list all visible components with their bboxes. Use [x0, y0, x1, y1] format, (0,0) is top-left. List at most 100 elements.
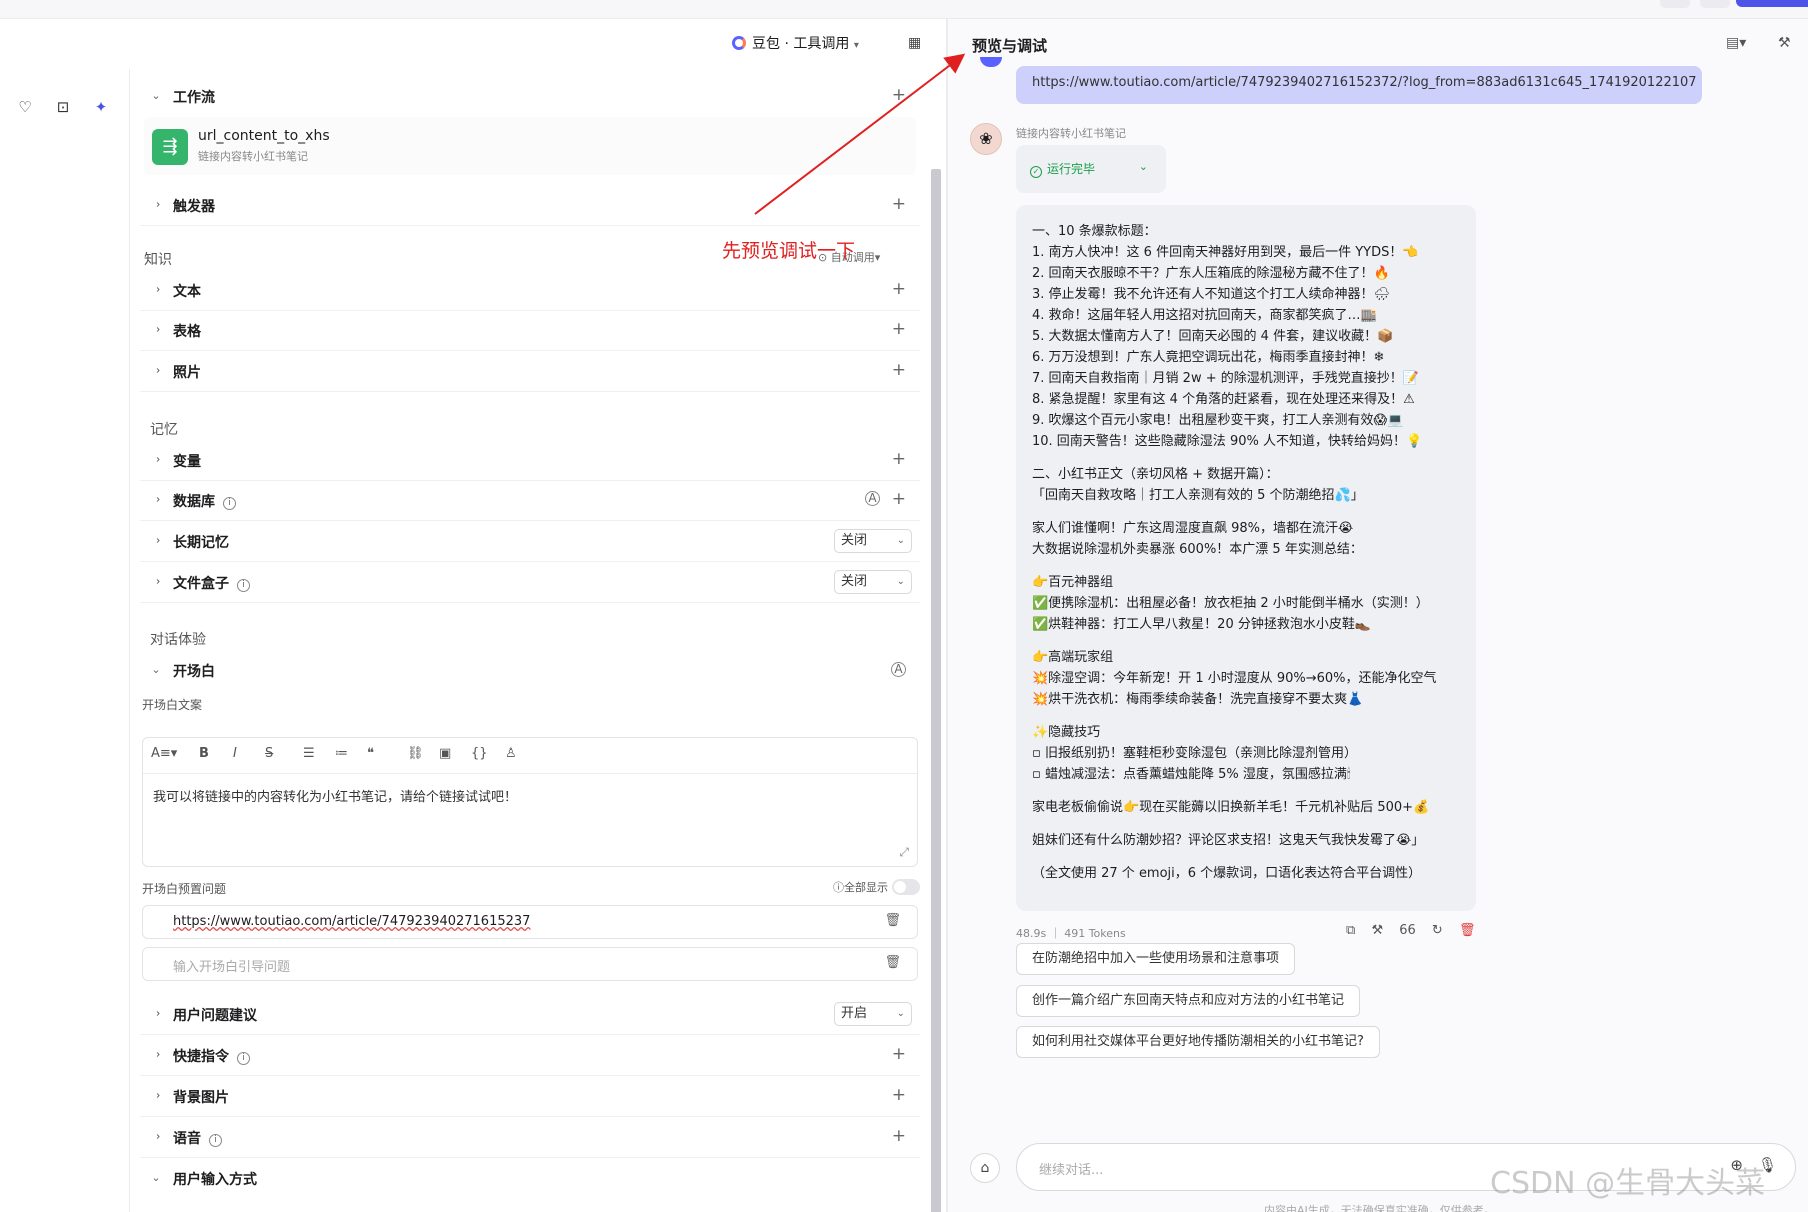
section-workflow[interactable]: ⌄ 工作流 +	[140, 77, 920, 117]
grid-icon[interactable]: ▦	[908, 35, 921, 51]
add-icon[interactable]: +	[892, 279, 906, 299]
suggestion-select[interactable]: 开启 ⌄	[834, 1002, 912, 1026]
run-status-card[interactable]: ✓ 运行完毕 ⌄	[1016, 145, 1166, 193]
add-icon[interactable]: +	[892, 85, 906, 105]
code-icon[interactable]: {}	[471, 746, 488, 761]
top-button[interactable]	[1660, 0, 1690, 8]
section-variable[interactable]: ⌄ 变量 +	[140, 441, 920, 481]
preset-question-text[interactable]: https://www.toutiao.com/article/74792394…	[173, 914, 530, 929]
toggle-switch[interactable]	[892, 879, 920, 895]
section-table[interactable]: ⌄ 表格 +	[140, 311, 920, 351]
memory-heading: 记忆	[150, 422, 178, 438]
quote-icon[interactable]: ❝	[367, 746, 374, 761]
sparkle-icon[interactable]: ✦	[91, 97, 111, 117]
add-icon[interactable]: +	[892, 1044, 906, 1064]
chevron-down-icon: ⌄	[896, 535, 905, 546]
expand-icon[interactable]: ⤢	[899, 845, 909, 860]
response-meta: 48.9s ｜ 491 Tokens	[1016, 927, 1126, 940]
suggestion-chip[interactable]: 如何利用社交媒体平台更好地传播防潮相关的小红书笔记?	[1016, 1026, 1380, 1058]
strikethrough-icon[interactable]: S	[265, 746, 273, 761]
filebox-select[interactable]: 关闭 ⌄	[834, 570, 912, 594]
publish-button[interactable]	[1736, 0, 1808, 7]
add-icon[interactable]: +	[892, 360, 906, 380]
model-selector[interactable]: 豆包 · 工具调用 ▾	[732, 33, 859, 55]
layout-icon[interactable]: ⊡	[53, 97, 73, 117]
mode-icons: ♡ ⊡ ✦	[0, 69, 130, 1212]
section-voice[interactable]: ⌄ 语音 i +	[140, 1118, 920, 1158]
section-shortcut[interactable]: ⌄ 快捷指令 i +	[140, 1036, 920, 1076]
info-icon[interactable]: i	[237, 1052, 250, 1065]
image-icon[interactable]: ▣	[439, 746, 451, 761]
answer-line: 👉高端玩家组	[1032, 650, 1114, 665]
auto-mode-icon[interactable]: A	[891, 662, 906, 677]
bold-icon[interactable]: B	[199, 746, 209, 761]
suggestion-chip[interactable]: 在防潮绝招中加入一些使用场景和注意事项	[1016, 943, 1296, 975]
trash-icon[interactable]: 🗑	[1459, 923, 1476, 938]
chevron-down-icon: ⌄	[896, 576, 905, 587]
section-label: 触发器	[173, 199, 215, 215]
link-icon[interactable]: ⛓	[407, 746, 424, 761]
preset-question-row[interactable]: ⁞⁞ https://www.toutiao.com/article/74792…	[142, 905, 918, 939]
show-all-toggle[interactable]: ⓘ全部显示	[833, 879, 920, 895]
chevron-right-icon: ⌄	[149, 1090, 163, 1101]
section-photo[interactable]: ⌄ 照片 +	[140, 352, 920, 392]
preset-question-row[interactable]: ⁞⁞ 输入开场白引导问题 🗑	[142, 947, 918, 981]
text-style-icon[interactable]: A≡▾	[151, 746, 177, 761]
debug-icon[interactable]: ⚒	[1371, 923, 1383, 938]
refresh-icon[interactable]: ↻	[1432, 923, 1443, 938]
user-avatar	[980, 57, 1002, 67]
add-icon[interactable]: +	[892, 1126, 906, 1146]
section-background[interactable]: ⌄ 背景图片 +	[140, 1077, 920, 1117]
long-memory-select[interactable]: 关闭 ⌄	[834, 529, 912, 553]
user-icon[interactable]: ♙	[505, 746, 517, 761]
trash-icon[interactable]: 🗑	[884, 955, 901, 970]
chevron-down-icon: ⌄	[151, 1171, 161, 1184]
section-suggestion[interactable]: ⌄ 用户问题建议 开启 ⌄	[140, 995, 920, 1035]
history-icon[interactable]: ▤▾	[1726, 35, 1746, 51]
debug-icon[interactable]: ⚒	[1778, 35, 1791, 51]
add-icon[interactable]: +	[892, 194, 906, 214]
section-long-memory[interactable]: ⌄ 长期记忆 关闭 ⌄	[140, 522, 920, 562]
section-label: 照片	[173, 365, 201, 381]
add-icon[interactable]: +	[892, 489, 906, 509]
chevron-right-icon: ⌄	[149, 535, 163, 546]
bulb-icon[interactable]: ♡	[15, 97, 35, 117]
info-icon[interactable]: i	[237, 579, 250, 592]
italic-icon[interactable]: I	[233, 746, 237, 761]
answer-line: 💥烘干洗衣机：梅雨季续命装备！洗完直接穿不要太爽👗	[1032, 692, 1364, 707]
answer-line: （全文使用 27 个 emoji，6 个爆款词，口语化表达符合平台调性）	[1032, 866, 1422, 881]
add-icon[interactable]: +	[892, 1085, 906, 1105]
copy-icon[interactable]: ⧉	[1346, 923, 1355, 938]
section-database[interactable]: ⌄ 数据库 i A +	[140, 481, 920, 521]
top-button[interactable]	[1700, 0, 1730, 8]
add-icon[interactable]: +	[892, 319, 906, 339]
section-opening[interactable]: ⌄ 开场白 A	[140, 651, 920, 691]
section-trigger[interactable]: ⌄ 触发器 +	[140, 186, 920, 226]
bot-name: 链接内容转小红书笔记	[1016, 127, 1126, 140]
opening-text[interactable]: 我可以将链接中的内容转化为小红书笔记，请给个链接试试吧！	[153, 786, 517, 805]
trash-icon[interactable]: 🗑	[884, 913, 901, 928]
clear-chat-button[interactable]: ⌂	[970, 1153, 1000, 1183]
suggestion-chip[interactable]: 创作一篇介绍广东回南天特点和应对方法的小红书笔记	[1016, 985, 1361, 1017]
answer-line: 家电老板偷偷说👉现在买能薅以旧换新羊毛！千元机补贴后 500+💰	[1032, 800, 1430, 815]
add-icon[interactable]: +	[892, 449, 906, 469]
numbered-list-icon[interactable]: ≔	[335, 746, 348, 761]
select-value: 开启	[841, 1006, 868, 1021]
preset-question-input[interactable]: 输入开场白引导问题	[173, 956, 290, 975]
editor-toolbar: A≡▾ B I S ☰ ≔ ❝ ⛓ ▣ {} ♙	[143, 738, 917, 774]
scrollbar[interactable]	[931, 169, 941, 1212]
auto-mode-icon[interactable]: A	[865, 491, 880, 506]
quote-count[interactable]: 66	[1399, 923, 1416, 938]
info-icon[interactable]: i	[209, 1134, 222, 1147]
preview-panel: 预览与调试 ▤▾ ⚒ https://www.toutiao.com/artic…	[948, 19, 1808, 1212]
answer-line: 8. 紧急提醒！家里有这 4 个角落的赶紧看，现在处理还来得及！⚠	[1032, 392, 1415, 407]
section-filebox[interactable]: ⌄ 文件盒子 i 关闭 ⌄	[140, 563, 920, 603]
opening-editor[interactable]: A≡▾ B I S ☰ ≔ ❝ ⛓ ▣ {} ♙ 我可以将链接中的内容转化为小红…	[142, 737, 918, 867]
bullet-list-icon[interactable]: ☰	[303, 746, 315, 761]
section-text[interactable]: ⌄ 文本 +	[140, 271, 920, 311]
info-icon[interactable]: i	[223, 497, 236, 510]
workflow-card[interactable]: ⇶ url_content_to_xhs 链接内容转小红书笔记	[144, 117, 916, 175]
bot-answer: 一、10 条爆款标题： 1. 南方人快冲！这 6 件回南天神器好用到哭，最后一件 …	[1016, 205, 1476, 911]
answer-line: 1. 南方人快冲！这 6 件回南天神器好用到哭，最后一件 YYDS！👈	[1032, 245, 1419, 260]
section-input-method[interactable]: ⌄ 用户输入方式	[140, 1159, 920, 1199]
